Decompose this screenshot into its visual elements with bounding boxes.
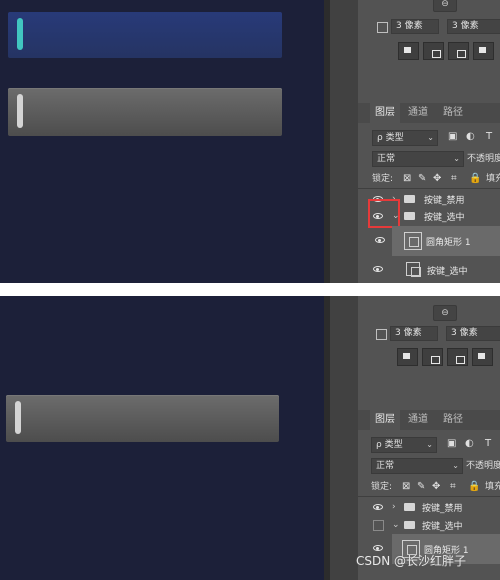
document-canvas [0, 296, 328, 580]
visibility-eye-icon[interactable] [373, 545, 383, 551]
subtract-shape-icon[interactable] [422, 348, 443, 366]
tab-channels[interactable]: 通道 [403, 103, 433, 123]
opacity-label: 不透明度 [467, 154, 500, 164]
chevron-down-icon: ⌄ [427, 133, 434, 142]
canvas-scrollbar[interactable] [330, 0, 358, 283]
canvas-scrollbar[interactable] [330, 296, 358, 580]
button-disabled-preview [6, 395, 279, 442]
chevron-down-icon: ⌄ [453, 154, 460, 163]
tab-channels[interactable]: 通道 [403, 410, 433, 430]
layer-name: 按键_选中 [427, 267, 468, 277]
tab-paths[interactable]: 路径 [438, 103, 468, 123]
combine-shapes-icon[interactable] [397, 348, 418, 366]
lock-label: 锁定: [372, 174, 394, 184]
layer-row[interactable]: › 按键_禁用 [358, 497, 500, 517]
disabled-indicator [17, 94, 23, 128]
disabled-indicator [15, 401, 21, 434]
layer-filter-dropdown[interactable]: ρ 类型 ⌄ [372, 130, 438, 146]
intersect-shape-icon[interactable] [447, 348, 468, 366]
chevron-down-icon[interactable]: ⌄ [392, 520, 400, 530]
lock-all-icon[interactable]: 🔒 [469, 173, 481, 185]
radius-left-field[interactable]: 3 像素 [390, 326, 438, 341]
visibility-highlight-box [368, 199, 400, 228]
radius-left-field[interactable]: 3 像素 [391, 19, 439, 34]
blend-mode-value: 正常 [377, 154, 396, 164]
adjustment-filter-icon[interactable]: ◐ [466, 131, 475, 143]
tab-layers[interactable]: 图层 [370, 103, 400, 123]
layer-name: 按键_选中 [424, 213, 465, 223]
layer-name: 按键_选中 [422, 522, 463, 532]
shape-layer-thumbnail [406, 262, 421, 277]
folder-open-icon [404, 212, 415, 220]
button-selected-preview [8, 12, 282, 58]
tab-paths[interactable]: 路径 [438, 410, 468, 430]
layer-name: 按键_禁用 [422, 504, 463, 514]
lock-artboard-icon[interactable]: ⌗ [450, 481, 456, 493]
folder-icon [404, 195, 415, 203]
subtract-shape-icon[interactable] [423, 42, 444, 60]
visibility-eye-icon[interactable] [375, 237, 385, 243]
radius-checkbox[interactable] [377, 22, 388, 33]
image-filter-icon[interactable]: ▣ [447, 438, 456, 450]
lock-artboard-icon[interactable]: ⌗ [451, 173, 457, 185]
blend-mode-dropdown[interactable]: 正常 ⌄ [371, 458, 463, 474]
folder-open-icon [404, 521, 415, 529]
layer-row[interactable]: 圆角矩形 1 [392, 226, 500, 256]
exclude-shape-icon[interactable] [473, 42, 494, 60]
visibility-eye-icon[interactable] [373, 504, 383, 510]
lock-move-icon[interactable]: ✥ [433, 173, 441, 185]
shape-layer-thumbnail [404, 232, 422, 250]
radius-right-field[interactable]: 3 像素 [447, 19, 500, 34]
layer-name: 圆角矩形 1 [426, 238, 471, 248]
fill-label: 填充 [485, 482, 500, 492]
layer-name: 按键_禁用 [424, 196, 465, 206]
blend-mode-dropdown[interactable]: 正常 ⌄ [372, 151, 464, 167]
watermark: CSDN @长沙红胖子 [356, 554, 467, 568]
type-filter-icon[interactable]: T [485, 438, 491, 450]
chevron-down-icon: ⌄ [426, 440, 433, 449]
image-filter-icon[interactable]: ▣ [448, 131, 457, 143]
button-disabled-preview [8, 88, 282, 136]
lock-move-icon[interactable]: ✥ [432, 481, 440, 493]
combine-shapes-icon[interactable] [398, 42, 419, 60]
layer-row[interactable]: ⌄ 按键_选中 [358, 515, 500, 535]
folder-icon [404, 503, 415, 511]
lock-pixels-icon[interactable]: ⊠ [402, 481, 410, 493]
lock-pixels-icon[interactable]: ⊠ [403, 173, 411, 185]
chevron-down-icon: ⌄ [452, 461, 459, 470]
link-icon[interactable]: ⊖ [433, 0, 457, 12]
screenshot-bottom: ⊖ 3 像素 3 像素 图层 通道 路径 ρ 类型 ⌄ ▣ ◐ T 正常 ⌄ 不透明… [0, 296, 500, 580]
document-canvas [0, 0, 328, 283]
radius-checkbox[interactable] [376, 329, 387, 340]
adjustment-filter-icon[interactable]: ◐ [465, 438, 474, 450]
chevron-right-icon[interactable]: › [392, 502, 396, 512]
radius-right-field[interactable]: 3 像素 [446, 326, 500, 341]
lock-brush-icon[interactable]: ✎ [417, 481, 425, 493]
opacity-label: 不透明度 [466, 461, 500, 471]
type-filter-icon[interactable]: T [486, 131, 492, 143]
lock-brush-icon[interactable]: ✎ [418, 173, 426, 185]
lock-label: 锁定: [371, 482, 393, 492]
intersect-shape-icon[interactable] [448, 42, 469, 60]
exclude-shape-icon[interactable] [472, 348, 493, 366]
link-icon[interactable]: ⊖ [433, 305, 457, 321]
filter-kind-label: ρ 类型 [376, 440, 403, 450]
selected-indicator [17, 18, 23, 50]
layer-row[interactable]: 按键_选中 [358, 259, 500, 281]
visibility-hidden-box[interactable] [373, 520, 384, 531]
layer-tabs: 图层 通道 路径 [358, 410, 500, 430]
lock-all-icon[interactable]: 🔒 [468, 481, 480, 493]
fill-label: 填充 [486, 174, 500, 184]
blend-mode-value: 正常 [376, 461, 395, 471]
filter-kind-label: ρ 类型 [377, 133, 404, 143]
tab-layers[interactable]: 图层 [370, 410, 400, 430]
screenshot-top: ⊖ 3 像素 3 像素 图层 通道 路径 ρ 类型 ⌄ ▣ ◐ T 正常 ⌄ 不透明… [0, 0, 500, 283]
layer-tabs: 图层 通道 路径 [358, 103, 500, 123]
visibility-eye-icon[interactable] [373, 266, 383, 272]
layer-filter-dropdown[interactable]: ρ 类型 ⌄ [371, 437, 437, 453]
